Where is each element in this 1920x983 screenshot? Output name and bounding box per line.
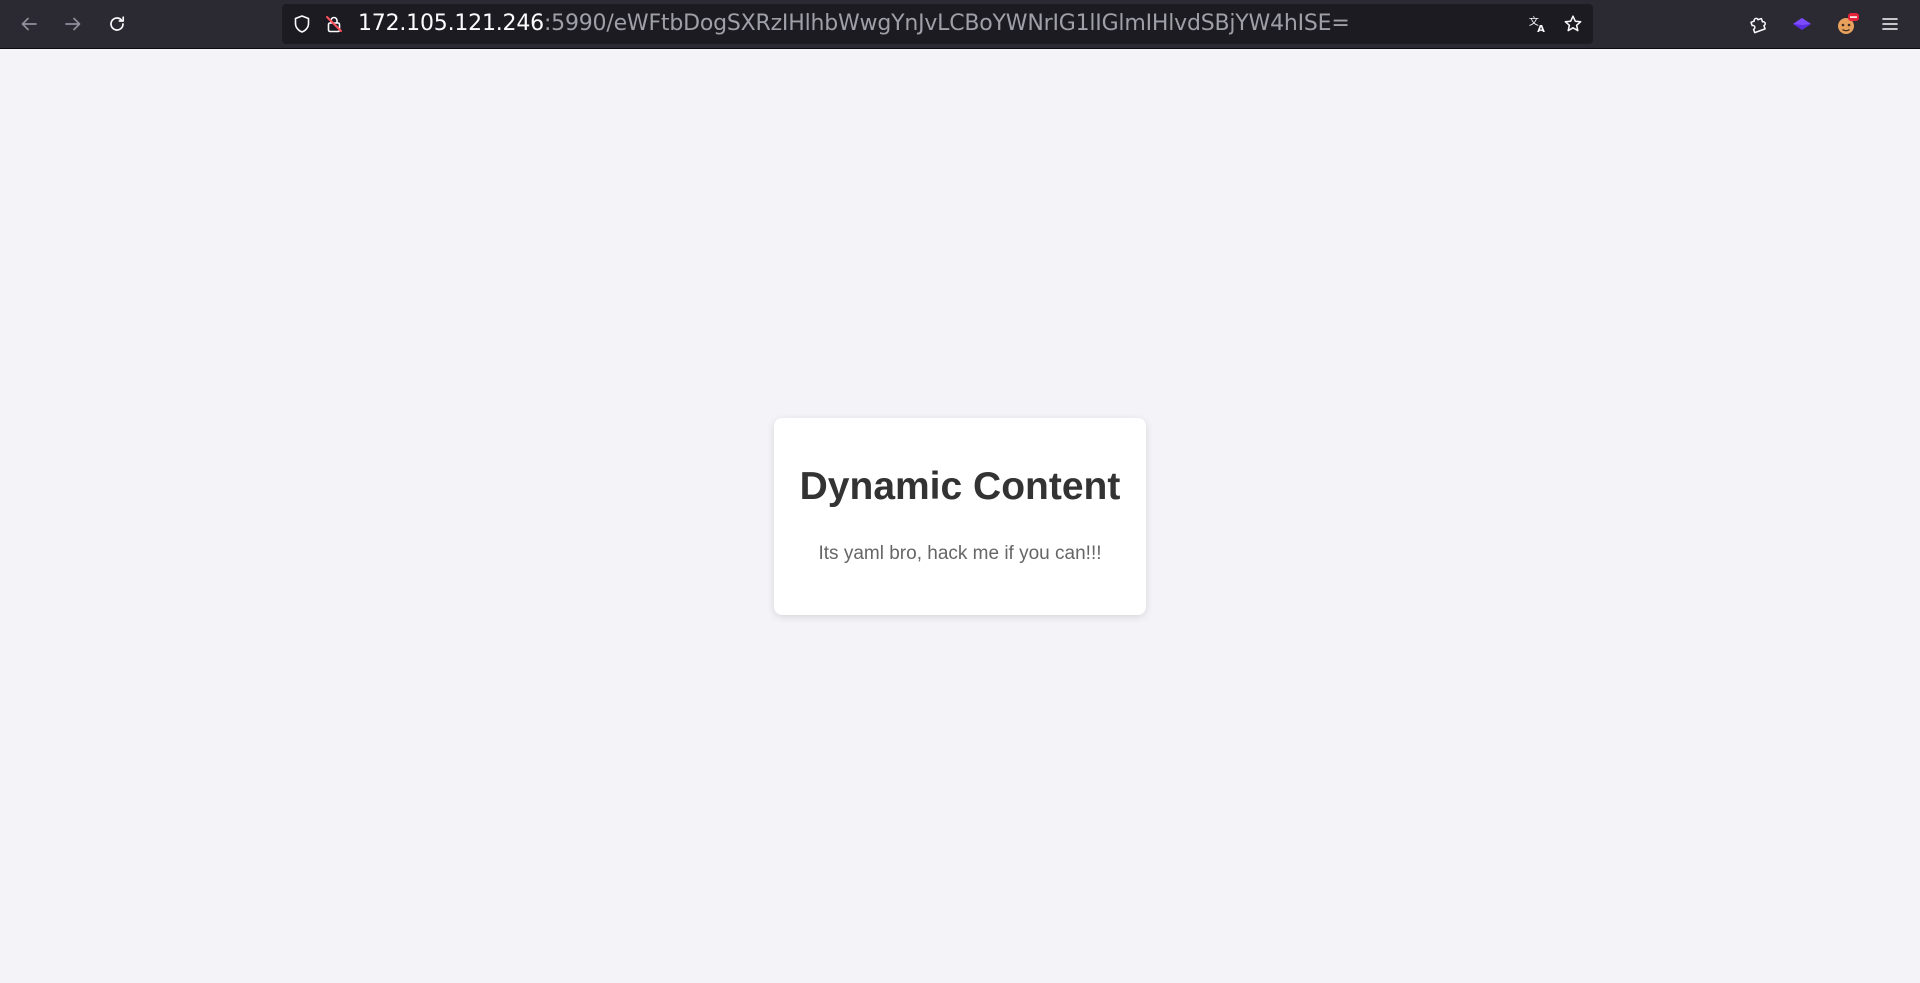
extension-button-2[interactable] [1829, 6, 1865, 42]
reload-icon [107, 14, 127, 34]
purple-extension-icon [1791, 14, 1813, 34]
extensions-button[interactable] [1740, 6, 1776, 42]
star-icon[interactable] [1563, 14, 1583, 34]
extension-button-1[interactable] [1784, 6, 1820, 42]
content-card: Dynamic Content Its yaml bro, hack me if… [774, 418, 1146, 615]
url-path: :5990/eWFtbDogSXRzIHlhbWwgYnJvLCBoYWNrIG… [543, 11, 1350, 36]
forward-button[interactable] [55, 6, 91, 42]
url-host: 172.105.121.246 [358, 11, 544, 36]
translate-icon[interactable]: 文 A [1528, 14, 1548, 34]
url-text[interactable]: 172.105.121.246:5990/eWFtbDogSXRzIHlhbWw… [358, 4, 1350, 44]
menu-button[interactable] [1872, 6, 1908, 42]
shield-icon[interactable] [292, 14, 312, 34]
page-title: Dynamic Content [799, 465, 1121, 508]
insecure-lock-icon[interactable] [324, 14, 344, 34]
puzzle-icon [1748, 14, 1768, 34]
avatar-extension-icon [1834, 11, 1860, 37]
hamburger-menu-icon [1880, 14, 1900, 34]
arrow-left-icon [19, 14, 39, 34]
svg-text:A: A [1537, 24, 1545, 34]
url-bar[interactable]: 172.105.121.246:5990/eWFtbDogSXRzIHlhbWw… [282, 4, 1593, 44]
browser-toolbar: 172.105.121.246:5990/eWFtbDogSXRzIHlhbWw… [0, 0, 1920, 49]
reload-button[interactable] [99, 6, 135, 42]
back-button[interactable] [11, 6, 47, 42]
card-message: Its yaml bro, hack me if you can!!! [818, 543, 1102, 564]
arrow-right-icon [63, 14, 83, 34]
